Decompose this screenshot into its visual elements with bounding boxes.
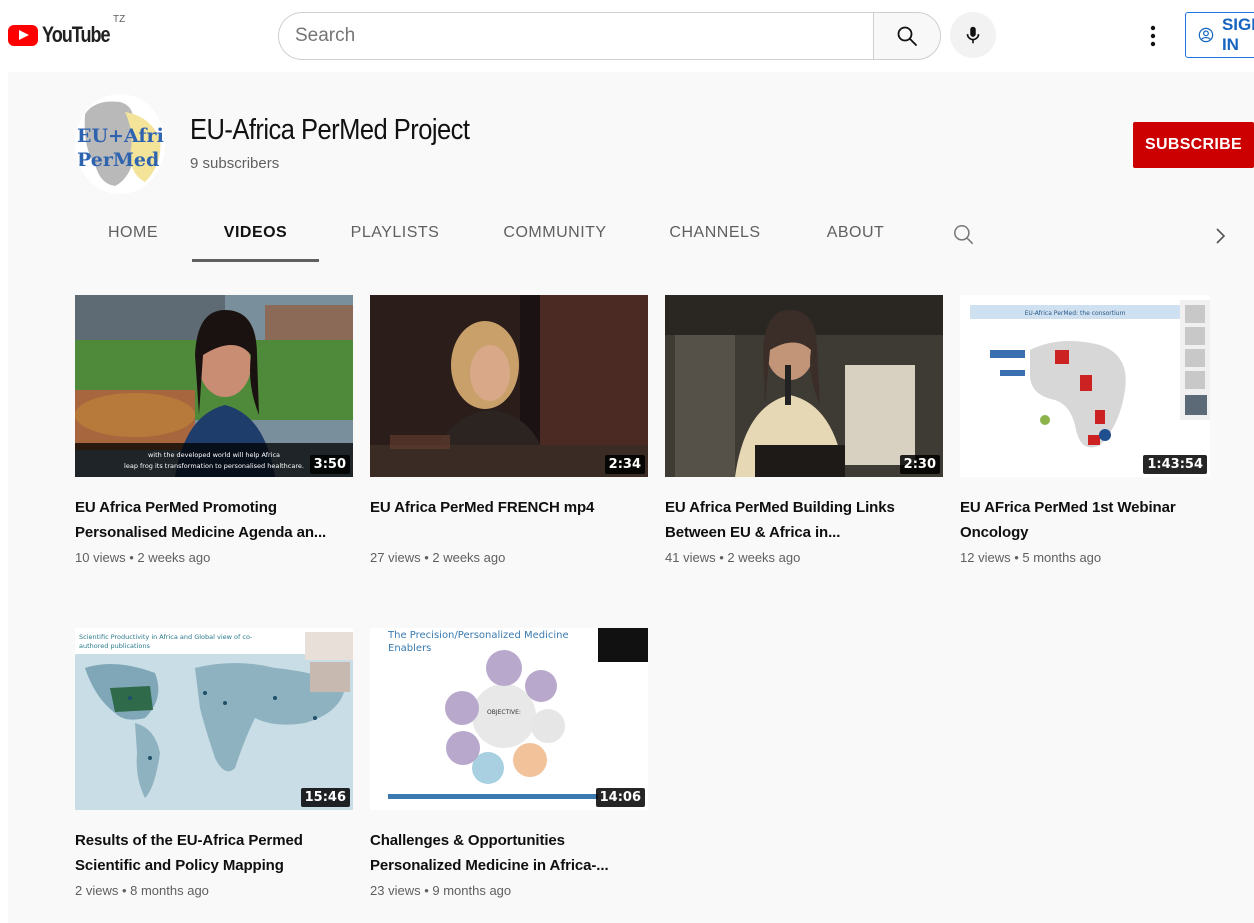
thumbnail-image: EU-Africa PerMed: the consortium (960, 295, 1210, 477)
sign-in-label: SIGN IN (1221, 15, 1254, 54)
video-thumbnail[interactable]: The Precision/Personalized Medicine Enab… (370, 628, 648, 810)
video-thumbnail[interactable]: 2:30 (665, 295, 943, 477)
masthead: YouTube TZ SIGN IN (0, 0, 1254, 72)
youtube-play-icon (8, 24, 38, 46)
thumbnail-image (370, 295, 648, 477)
video-title-line-1: EU Africa PerMed FRENCH mp4 (370, 499, 595, 516)
video-meta: 2 views • 8 months ago (75, 883, 209, 898)
tab-home[interactable]: HOME (88, 212, 178, 262)
video-meta: 12 views • 5 months ago (960, 550, 1102, 565)
video-title[interactable]: Challenges & Opportunities Personalized … (370, 828, 652, 878)
video-thumbnail[interactable]: EU-Africa PerMed: the consortium 1:43:54 (960, 295, 1210, 477)
video-title[interactable]: Results of the EU-Africa Permed Scientif… (75, 828, 357, 878)
search-input[interactable] (279, 13, 874, 59)
chevron-right-icon (1216, 228, 1226, 244)
video-card[interactable]: The Precision/Personalized Medicine Enab… (370, 628, 652, 898)
thumbnail-image (665, 295, 943, 477)
video-duration: 15:46 (300, 788, 350, 807)
sign-in-button[interactable]: SIGN IN (1185, 12, 1254, 58)
video-card[interactable]: Scientific Productivity in Africa and Gl… (75, 628, 357, 898)
video-meta: 23 views • 9 months ago (370, 883, 512, 898)
voice-search-button[interactable] (950, 12, 996, 58)
search-icon (954, 225, 974, 245)
video-thumbnail[interactable]: Scientific Productivity in Africa and Gl… (75, 628, 353, 810)
video-grid: with the developed world will help Afric… (8, 262, 1254, 923)
search-button[interactable] (873, 12, 941, 60)
youtube-logo[interactable]: YouTube (8, 22, 124, 48)
channel-logo: EU+Afric PerMed (75, 94, 165, 194)
tab-community[interactable]: COMMUNITY (490, 212, 620, 262)
more-options-button[interactable] (1138, 20, 1168, 52)
video-title-line-2: Personalised Medicine Agenda an... (75, 524, 327, 541)
thumbnail-image: The Precision/Personalized Medicine Enab… (370, 628, 648, 810)
video-duration: 14:06 (595, 788, 645, 807)
slide-heading: EU-Africa PerMed: the consortium (1025, 310, 1126, 317)
video-card[interactable]: with the developed world will help Afric… (75, 295, 357, 565)
video-duration: 3:50 (309, 455, 350, 474)
subscribe-button[interactable]: SUBSCRIBE (1133, 122, 1254, 168)
subscriber-count: 9 subscribers (190, 155, 280, 172)
video-title-line-2: Oncology (960, 524, 1029, 541)
video-title[interactable]: EU AFrica PerMed 1st Webinar Oncology (960, 495, 1242, 545)
thumbnail-image: with the developed world will help Afric… (75, 295, 353, 477)
video-card[interactable]: EU-Africa PerMed: the consortium 1:43:54 (960, 295, 1242, 565)
slide-center-text: OBJECTIVE: (487, 709, 521, 716)
video-title-line-1: EU Africa PerMed Promoting (75, 499, 277, 516)
channel-header: EU+Afric PerMed EU-Africa PerMed Project… (8, 72, 1254, 262)
caption-line-2: leap frog its transformation to personal… (124, 462, 304, 470)
tab-channels[interactable]: CHANNELS (660, 212, 770, 262)
tab-playlists[interactable]: PLAYLISTS (340, 212, 450, 262)
video-duration: 2:34 (604, 455, 645, 474)
video-thumbnail[interactable]: with the developed world will help Afric… (75, 295, 353, 477)
video-title-line-1: Challenges & Opportunities (370, 832, 565, 849)
video-title-line-1: EU AFrica PerMed 1st Webinar (960, 499, 1176, 516)
video-title-line-2: Personalized Medicine in Africa-... (370, 857, 609, 874)
channel-title: EU-Africa PerMed Project (190, 114, 470, 146)
video-card[interactable]: 2:30 EU Africa PerMed Building Links Bet… (665, 295, 947, 565)
tabs-next-button[interactable] (1208, 224, 1232, 248)
video-title-line-1: EU Africa PerMed Building Links (665, 499, 895, 516)
caption-line-1: with the developed world will help Afric… (148, 451, 280, 459)
vertical-dots-icon (1150, 25, 1156, 47)
slide-heading-line-2: authored publications (79, 642, 150, 650)
tab-videos[interactable]: VIDEOS (192, 212, 319, 262)
video-duration: 2:30 (899, 455, 940, 474)
video-thumbnail[interactable]: 2:34 (370, 295, 648, 477)
video-duration: 1:43:54 (1143, 455, 1207, 474)
slide-heading-line-2: Enablers (388, 643, 431, 654)
channel-tabs: HOME VIDEOS PLAYLISTS COMMUNITY CHANNELS… (8, 212, 1254, 262)
video-title[interactable]: EU Africa PerMed Promoting Personalised … (75, 495, 357, 545)
video-title-line-2: Between EU & Africa in... (665, 524, 841, 541)
search-box (278, 12, 874, 60)
country-code: TZ (113, 14, 126, 25)
search-icon (897, 26, 917, 46)
avatar-text-1: EU+Afric (77, 125, 165, 147)
video-meta: 41 views • 2 weeks ago (665, 550, 801, 565)
logo-text: YouTube (42, 22, 111, 47)
slide-heading-line-1: Scientific Productivity in Africa and Gl… (79, 633, 253, 641)
slide-heading-line-1: The Precision/Personalized Medicine (387, 630, 569, 641)
video-meta: 10 views • 2 weeks ago (75, 550, 211, 565)
thumbnail-image: Scientific Productivity in Africa and Gl… (75, 628, 353, 810)
video-title[interactable]: EU Africa PerMed Building Links Between … (665, 495, 947, 545)
tab-about[interactable]: ABOUT (808, 212, 903, 262)
microphone-icon (966, 26, 980, 44)
video-card[interactable]: 2:34 EU Africa PerMed FRENCH mp4 27 view… (370, 295, 652, 565)
avatar-text-2: PerMed (77, 149, 159, 171)
video-title[interactable]: EU Africa PerMed FRENCH mp4 (370, 495, 652, 545)
channel-search-button[interactable] (951, 222, 977, 248)
video-meta: 27 views • 2 weeks ago (370, 550, 506, 565)
account-icon (1198, 27, 1214, 43)
video-title-line-2: Scientific and Policy Mapping (75, 857, 284, 874)
channel-avatar[interactable]: EU+Afric PerMed (75, 94, 165, 194)
video-title-line-1: Results of the EU-Africa Permed (75, 832, 303, 849)
